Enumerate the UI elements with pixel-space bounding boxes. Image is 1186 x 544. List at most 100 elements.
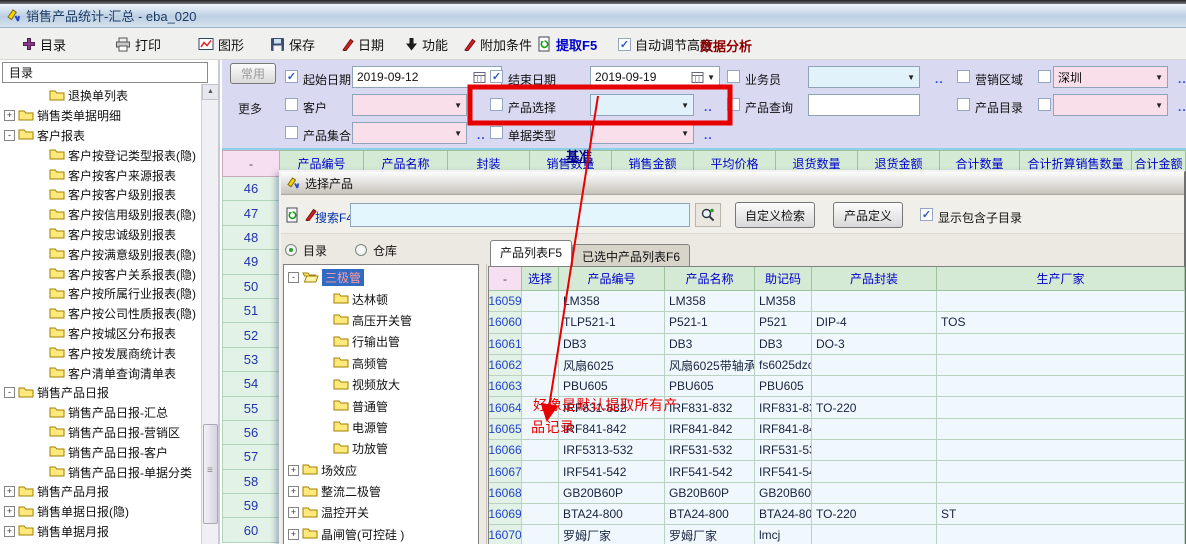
start-date-field[interactable]: 2019-09-12 ▼ [352, 66, 502, 88]
show-subdirs-checkbox[interactable] [920, 208, 933, 221]
tree-expander-icon[interactable]: + [288, 465, 299, 476]
tree-expander-icon[interactable]: + [288, 507, 299, 518]
product-select-cell[interactable] [522, 397, 559, 418]
product-select-cell[interactable] [522, 355, 559, 376]
product-table-row[interactable]: 16065 IRF841-842 IRF841-842 IRF841-842 [489, 419, 1184, 440]
print-button[interactable]: 打印 [115, 34, 161, 54]
product-table-row[interactable]: 16066 IRF5313-532 IRF531-532 IRF531-532 [489, 440, 1184, 461]
product-table-row[interactable]: 16060 TLP521-1 P521-1 P521 DIP-4 TOS [489, 312, 1184, 333]
scroll-up-icon[interactable]: ▲ [202, 84, 219, 100]
tab-selected-products[interactable]: 已选中产品列表F6 [572, 244, 690, 266]
dialog-title-bar[interactable]: 选择产品 [281, 172, 1184, 195]
customer-dropdown[interactable]: ▼ [352, 94, 467, 116]
product-select-cell[interactable] [522, 334, 559, 355]
product-table-row[interactable]: 16069 BTA24-800 BTA24-800 BTA24-800 TO-2… [489, 504, 1184, 525]
doc-type-more-dots[interactable]: .. [704, 128, 713, 142]
sidebar-tree-item[interactable]: 销售产品日报-单据分类 [0, 462, 202, 482]
salesman-checkbox[interactable] [727, 70, 740, 83]
product-id-cell[interactable]: 16062 [489, 355, 522, 376]
row-number-cell[interactable]: 57 [222, 445, 280, 469]
product-select-cell[interactable] [522, 376, 559, 397]
sidebar-tree-item[interactable]: 客户清单查询清单表 [0, 363, 202, 383]
product-catalog-more-dots[interactable]: .. [1178, 100, 1186, 114]
product-id-cell[interactable]: 16066 [489, 440, 522, 461]
product-id-cell[interactable]: 16060 [489, 312, 522, 333]
sidebar-tree-item[interactable]: 客户按公司性质报表(隐) [0, 304, 202, 324]
product-select-cell[interactable] [522, 440, 559, 461]
product-query-input[interactable] [808, 94, 920, 116]
product-table-row[interactable]: 16061 DB3 DB3 DB3 DO-3 [489, 334, 1184, 355]
chart-button[interactable]: 图形 [198, 34, 244, 54]
chevron-down-icon[interactable]: ▼ [679, 129, 691, 138]
row-number-cell[interactable]: 48 [222, 226, 280, 250]
row-number-cell[interactable]: 59 [222, 494, 280, 518]
tree-expander-icon[interactable]: + [288, 529, 299, 540]
date-button[interactable]: 日期 [340, 34, 384, 54]
catalog-radio[interactable] [285, 244, 297, 256]
data-analysis-label[interactable]: 数据分析 [700, 36, 752, 55]
product-table-row[interactable]: 16070 罗姆厂家 罗姆厂家 lmcj [489, 525, 1184, 544]
auto-height-checkbox[interactable] [618, 38, 631, 51]
doc-type-checkbox[interactable] [490, 126, 503, 139]
product-define-button[interactable]: 产品定义 [833, 202, 903, 228]
tree-expander-icon[interactable]: + [288, 486, 299, 497]
code-column-header[interactable]: 产品编号 [559, 267, 665, 291]
category-tree-item[interactable]: 高频管 [284, 353, 478, 374]
sidebar-tree-item[interactable]: 客户按信用级别报表(隐) [0, 205, 202, 225]
sidebar-tree-item[interactable]: 客户按所属行业报表(隐) [0, 284, 202, 304]
product-id-cell[interactable]: 16070 [489, 525, 522, 544]
start-date-checkbox[interactable] [285, 70, 298, 83]
product-table-row[interactable]: 16064 IRF831-832 IRF831-832 IRF831-832 T… [489, 397, 1184, 418]
sidebar-tree-item[interactable]: 客户按发展商统计表 [0, 343, 202, 363]
product-catalog-extra-checkbox[interactable] [1038, 98, 1051, 111]
product-id-cell[interactable]: 16067 [489, 461, 522, 482]
product-set-checkbox[interactable] [285, 126, 298, 139]
custom-search-button[interactable]: 自定义检索 [735, 202, 815, 228]
package-column-header[interactable]: 产品封装 [812, 267, 937, 291]
category-tree-item[interactable]: 行输出管 [284, 331, 478, 352]
salesman-dropdown[interactable]: ▼ [808, 66, 920, 88]
sidebar-tree-item[interactable]: 客户按客户来源报表 [0, 165, 202, 185]
tree-table-splitter[interactable] [481, 264, 487, 544]
extract-f5-button[interactable]: 提取F5 [537, 34, 597, 54]
region-extra-checkbox[interactable] [1038, 70, 1051, 83]
category-tree-item[interactable]: + 场效应 [284, 460, 478, 481]
product-select-checkbox[interactable] [490, 98, 503, 111]
region-dropdown[interactable]: 深圳 ▼ [1053, 66, 1168, 88]
product-table-row[interactable]: 16068 GB20B60P GB20B60P GB20B60P [489, 483, 1184, 504]
product-select-more-dots[interactable]: .. [704, 100, 713, 114]
select-column-header[interactable]: 选择 [522, 267, 559, 291]
row-number-cell[interactable]: 54 [222, 372, 280, 396]
salesman-more-dots[interactable]: .. [935, 72, 944, 86]
more-link[interactable]: 更多 [238, 100, 262, 117]
end-date-checkbox[interactable] [490, 70, 503, 83]
chevron-down-icon[interactable]: ▼ [452, 101, 464, 110]
category-tree-item[interactable]: + 晶闸管(可控硅 ) [284, 524, 478, 544]
doc-type-dropdown[interactable]: ▼ [590, 122, 694, 144]
product-id-cell[interactable]: 16059 [489, 291, 522, 312]
row-number-cell[interactable]: 55 [222, 397, 280, 421]
product-select-dropdown[interactable]: ▼ [590, 94, 694, 116]
tree-expander-icon[interactable]: + [4, 486, 15, 497]
product-select-cell[interactable] [522, 312, 559, 333]
category-tree-item[interactable]: 电源管 [284, 417, 478, 438]
tree-expander-icon[interactable]: + [4, 506, 15, 517]
chevron-down-icon[interactable]: ▼ [905, 73, 917, 82]
category-tree-item[interactable]: 视频放大 [284, 374, 478, 395]
row-number-cell[interactable]: 46 [222, 177, 280, 201]
product-select-cell[interactable] [522, 504, 559, 525]
product-table-row[interactable]: 16062 风扇6025 风扇6025带轴承 fs6025dzc [489, 355, 1184, 376]
tree-expander-icon[interactable]: - [4, 387, 15, 398]
sidebar-tree-item[interactable]: 退换单列表 [0, 86, 202, 106]
search-go-button[interactable] [695, 203, 721, 227]
product-id-cell[interactable]: 16061 [489, 334, 522, 355]
category-tree-item[interactable]: 普通管 [284, 395, 478, 416]
category-tree-item[interactable]: 高压开关管 [284, 310, 478, 331]
row-number-cell[interactable]: 60 [222, 518, 280, 542]
sidebar-tree-item[interactable]: 客户按客户级别报表 [0, 185, 202, 205]
sidebar-tree-item[interactable]: - 客户报表 [0, 126, 202, 146]
auto-height-toggle[interactable]: 自动调节高度 [618, 34, 713, 54]
category-tree-item[interactable]: 达林顿 [284, 288, 478, 309]
maker-column-header[interactable]: 生产厂家 [937, 267, 1185, 291]
category-tree-item[interactable]: 功放管 [284, 438, 478, 459]
